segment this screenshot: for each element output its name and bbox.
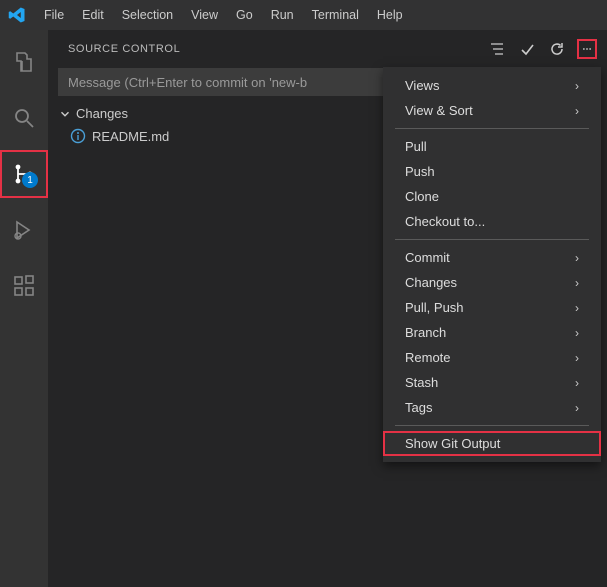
menu-file[interactable]: File (36, 4, 72, 26)
menu-item-view-sort[interactable]: View & Sort › (383, 98, 601, 123)
menu-item-checkout-to[interactable]: Checkout to... (383, 209, 601, 234)
chevron-right-icon: › (575, 351, 579, 365)
commit-icon[interactable] (517, 39, 537, 59)
panel-title: SOURCE CONTROL (68, 43, 180, 55)
menu-item-label: Branch (405, 325, 446, 340)
menu-item-label: Changes (405, 275, 457, 290)
chevron-down-icon (58, 107, 72, 121)
activity-run-debug[interactable] (0, 206, 48, 254)
more-actions-icon[interactable] (577, 39, 597, 59)
panel-actions (487, 39, 597, 59)
title-bar: File Edit Selection View Go Run Terminal… (0, 0, 607, 30)
menu-item-label: Views (405, 78, 439, 93)
menu-terminal[interactable]: Terminal (304, 4, 367, 26)
menu-item-remote[interactable]: Remote › (383, 345, 601, 370)
menu-item-stash[interactable]: Stash › (383, 370, 601, 395)
menu-item-label: View & Sort (405, 103, 473, 118)
activity-bar: 1 (0, 30, 48, 587)
activity-search[interactable] (0, 94, 48, 142)
menu-item-label: Pull (405, 139, 427, 154)
menu-item-label: Show Git Output (405, 436, 500, 451)
menu-item-label: Remote (405, 350, 451, 365)
scm-badge: 1 (22, 172, 38, 188)
chevron-right-icon: › (575, 401, 579, 415)
menu-item-label: Clone (405, 189, 439, 204)
menu-item-pull[interactable]: Pull (383, 134, 601, 159)
menu-item-show-git-output[interactable]: Show Git Output (383, 431, 601, 456)
vscode-logo-icon (8, 6, 26, 24)
menu-item-commit[interactable]: Commit › (383, 245, 601, 270)
panel-header: SOURCE CONTROL (48, 30, 607, 68)
activity-extensions[interactable] (0, 262, 48, 310)
chevron-right-icon: › (575, 376, 579, 390)
chevron-right-icon: › (575, 326, 579, 340)
file-name: README.md (92, 129, 169, 144)
chevron-right-icon: › (575, 301, 579, 315)
activity-source-control[interactable]: 1 (0, 150, 48, 198)
menu-item-label: Pull, Push (405, 300, 464, 315)
menu-separator (395, 425, 589, 426)
info-file-icon (70, 128, 86, 144)
menu-item-views[interactable]: Views › (383, 73, 601, 98)
menu-item-label: Checkout to... (405, 214, 485, 229)
menu-go[interactable]: Go (228, 4, 261, 26)
menu-item-label: Push (405, 164, 435, 179)
menu-item-changes[interactable]: Changes › (383, 270, 601, 295)
chevron-right-icon: › (575, 276, 579, 290)
menu-item-pull-push[interactable]: Pull, Push › (383, 295, 601, 320)
menu-item-label: Stash (405, 375, 438, 390)
chevron-right-icon: › (575, 251, 579, 265)
changes-label: Changes (76, 106, 128, 121)
activity-explorer[interactable] (0, 38, 48, 86)
menu-separator (395, 239, 589, 240)
menu-separator (395, 128, 589, 129)
menu-selection[interactable]: Selection (114, 4, 181, 26)
menu-item-branch[interactable]: Branch › (383, 320, 601, 345)
menu-item-tags[interactable]: Tags › (383, 395, 601, 420)
scm-more-actions-menu: Views › View & Sort › Pull Push Clone Checkout … (383, 67, 601, 462)
refresh-icon[interactable] (547, 39, 567, 59)
chevron-right-icon: › (575, 104, 579, 118)
view-as-tree-icon[interactable] (487, 39, 507, 59)
menu-edit[interactable]: Edit (74, 4, 112, 26)
menu-item-label: Tags (405, 400, 432, 415)
menu-help[interactable]: Help (369, 4, 411, 26)
menu-item-push[interactable]: Push (383, 159, 601, 184)
menu-view[interactable]: View (183, 4, 226, 26)
menu-run[interactable]: Run (263, 4, 302, 26)
menu-item-clone[interactable]: Clone (383, 184, 601, 209)
menu-item-label: Commit (405, 250, 450, 265)
chevron-right-icon: › (575, 79, 579, 93)
menu-bar: File Edit Selection View Go Run Terminal… (36, 4, 411, 26)
